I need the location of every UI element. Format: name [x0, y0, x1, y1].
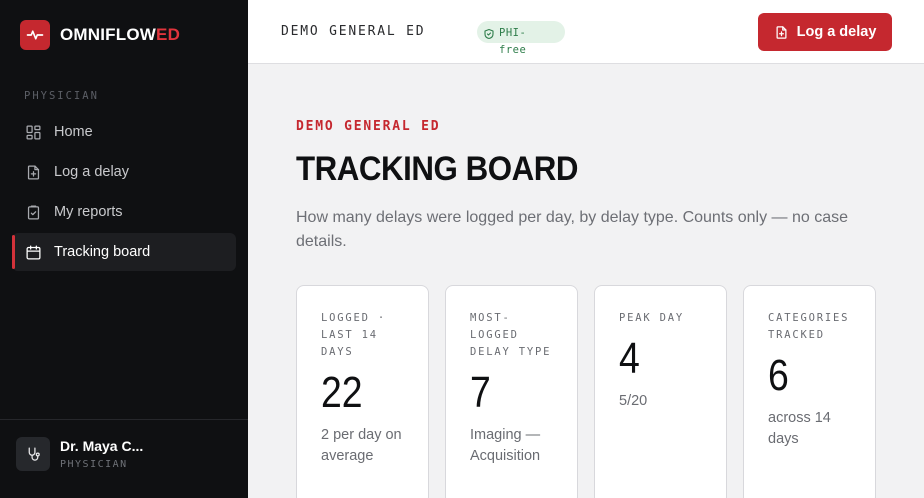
phi-badge-label: PHI-free	[499, 27, 527, 56]
stat-label: Categories tracked	[768, 312, 850, 341]
sidebar-item-label: My reports	[54, 204, 123, 220]
stats-row: Logged · last 14 days 22 2 per day on av…	[296, 285, 892, 498]
phi-free-badge: PHI-free	[477, 21, 565, 56]
stat-value: 6	[768, 351, 789, 400]
sidebar-item-label: Tracking board	[54, 244, 151, 260]
stat-value: 7	[470, 368, 491, 417]
brand[interactable]: OMNIFLOWED	[20, 20, 180, 50]
user-profile[interactable]: Dr. Maya C... PHYSICIAN	[16, 437, 143, 471]
stat-label: Logged · last 14 days	[321, 312, 386, 358]
file-plus-icon	[774, 25, 789, 40]
user-role: PHYSICIAN	[60, 459, 128, 470]
stat-note: 2 per day on average	[321, 427, 402, 464]
stat-card-peak-day: Peak day 4 5/20	[594, 285, 727, 498]
stat-value: 4	[619, 334, 640, 383]
sidebar-item-label: Home	[54, 124, 93, 140]
stat-card-most-logged: Most-logged delay type 7 Imaging — Acqui…	[445, 285, 578, 498]
page-subtitle: How many delays were logged per day, by …	[296, 209, 848, 250]
sidebar-section-label: PHYSICIAN	[24, 90, 99, 102]
clipboard-check-icon	[24, 203, 42, 221]
sidebar: OMNIFLOWED PHYSICIAN Home Log a delay My…	[0, 0, 248, 498]
file-plus-icon	[24, 163, 42, 181]
stat-value: 22	[321, 368, 363, 417]
sidebar-item-log-delay[interactable]: Log a delay	[12, 153, 236, 191]
sidebar-item-label: Log a delay	[54, 164, 129, 180]
sidebar-item-home[interactable]: Home	[12, 113, 236, 151]
page-title: TRACKING BOARD	[296, 150, 579, 188]
stat-note: 5/20	[619, 393, 648, 409]
pulse-icon	[20, 20, 50, 50]
unit-name: DEMO GENERAL ED	[281, 24, 426, 39]
user-name: Dr. Maya C...	[60, 438, 144, 454]
sidebar-divider	[0, 419, 248, 420]
stat-label: Most-logged delay type	[470, 312, 552, 358]
sidebar-nav: Home Log a delay My reports Tracking boa…	[12, 113, 236, 273]
shield-check-icon	[483, 27, 495, 45]
page-eyebrow: DEMO GENERAL ED	[296, 119, 441, 134]
stethoscope-icon	[16, 437, 50, 471]
stat-note: across 14 days	[768, 410, 831, 447]
sidebar-item-my-reports[interactable]: My reports	[12, 193, 236, 231]
log-delay-button[interactable]: Log a delay	[758, 13, 892, 51]
stat-note: Imaging — Acquisition	[470, 427, 541, 464]
sidebar-item-tracking-board[interactable]: Tracking board	[12, 233, 236, 271]
stat-label: Peak day	[619, 312, 684, 324]
calendar-icon	[24, 243, 42, 261]
stat-card-logged: Logged · last 14 days 22 2 per day on av…	[296, 285, 429, 498]
dashboard-icon	[24, 123, 42, 141]
brand-name: OMNIFLOWED	[60, 25, 181, 44]
top-bar: DEMO GENERAL ED PHI-free Log a delay	[248, 0, 924, 64]
stat-card-categories: Categories tracked 6 across 14 days	[743, 285, 876, 498]
log-delay-button-label: Log a delay	[796, 24, 877, 40]
